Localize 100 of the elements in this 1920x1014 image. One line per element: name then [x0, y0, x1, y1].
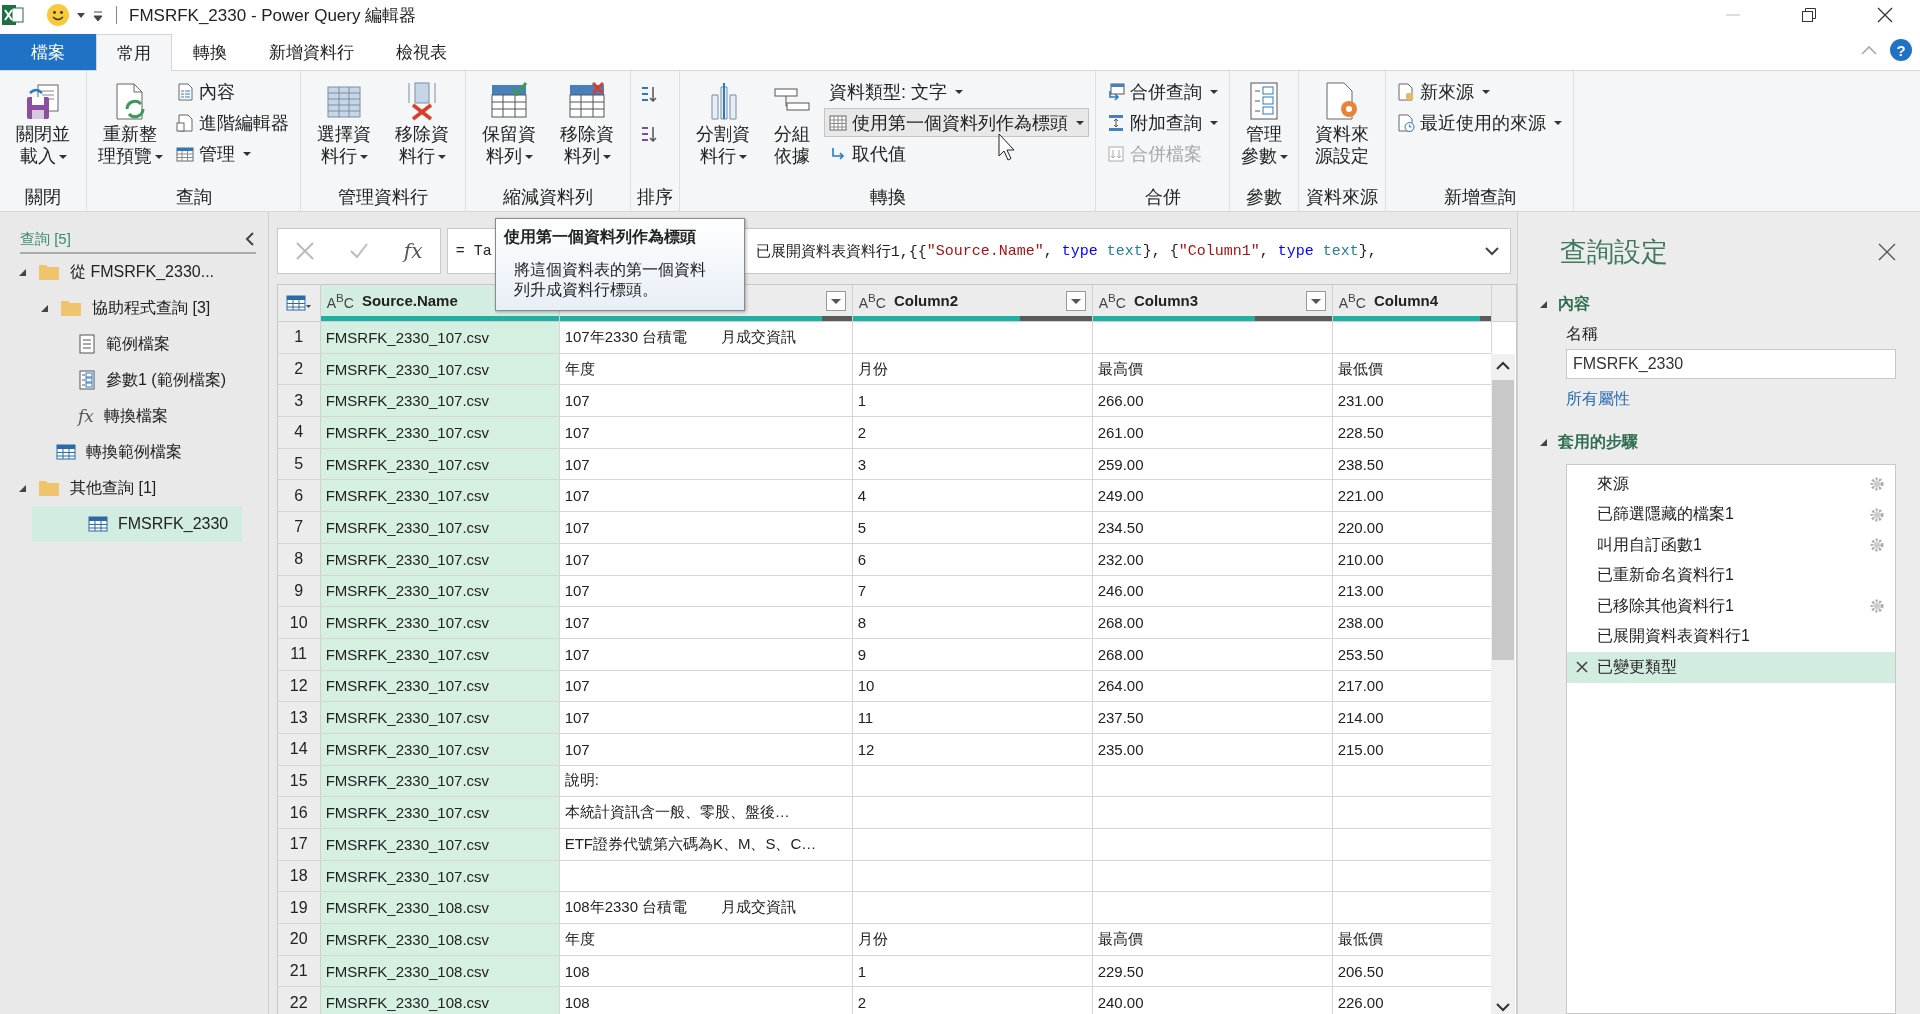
table-cell: 3 [852, 448, 1093, 480]
table-cell: 本統計資訊含一般、零股、盤後… [559, 797, 853, 828]
row-number: 7 [277, 512, 321, 543]
table-cell: 107 [559, 733, 853, 765]
row-number: 14 [277, 733, 321, 765]
table-cell: FMSRFK_2330_107.csv [320, 353, 560, 385]
table-cell: FMSRFK_2330_108.csv [320, 892, 560, 924]
table-cell: 235.00 [1092, 733, 1333, 765]
table-cell: FMSRFK_2330_108.csv [320, 987, 560, 1014]
table-cell: FMSRFK_2330_108.csv [320, 924, 560, 955]
table-cell: 107 [559, 480, 853, 512]
table-cell: 11 [852, 702, 1093, 733]
row-number: 22 [277, 987, 321, 1014]
table-cell: 268.00 [1092, 638, 1333, 670]
group-label: 查詢 [174, 186, 213, 209]
table-cell: FMSRFK_2330_108.csv [320, 955, 560, 987]
table-cell: 107 [559, 385, 853, 417]
table-cell: 9 [852, 638, 1093, 670]
table-cell: FMSRFK_2330_107.csv [320, 829, 560, 860]
table-cell: 107 [559, 448, 853, 480]
group-label: 參數 [1245, 186, 1283, 209]
group-label: 關閉 [24, 186, 62, 209]
table-cell: 最高價 [1092, 924, 1333, 955]
table-cell: FMSRFK_2330_107.csv [320, 860, 560, 892]
table-cell: FMSRFK_2330_107.csv [320, 543, 560, 575]
row-number: 5 [277, 448, 321, 480]
table-cell: 259.00 [1092, 448, 1333, 480]
table-cell: 268.00 [1092, 607, 1333, 638]
table-cell: 240.00 [1092, 987, 1333, 1014]
table-cell: 年度 [559, 924, 853, 955]
group-label: 資料來源 [1305, 186, 1379, 209]
table-cell: 261.00 [1092, 417, 1333, 448]
table-cell: FMSRFK_2330_107.csv [320, 702, 560, 733]
table-cell: 249.00 [1092, 480, 1333, 512]
row-number: 20 [277, 924, 321, 955]
group-label: 新增查詢 [1442, 186, 1517, 209]
row-number: 17 [277, 829, 321, 860]
table-cell: 108 [559, 987, 853, 1014]
table-cell: 107 [559, 512, 853, 543]
group-label: 轉換 [868, 186, 907, 209]
table-cell: 107 [559, 417, 853, 448]
row-number: 6 [277, 480, 321, 512]
table-cell: FMSRFK_2330_107.csv [320, 385, 560, 417]
table-cell: 237.50 [1092, 702, 1333, 733]
table-cell: 6 [852, 543, 1093, 575]
table-cell: 月份 [852, 353, 1093, 385]
table-cell: 107年2330 台積電 月成交資訊 [559, 322, 853, 353]
table-cell: 說明: [559, 765, 853, 797]
pane-title: 查詢設定 [1560, 236, 1668, 269]
row-number: 8 [277, 543, 321, 575]
group-label: 管理資料行 [337, 186, 429, 209]
table-cell: ETF證券代號第六碼為K、M、S、C… [559, 829, 853, 860]
table-cell: 10 [852, 670, 1093, 702]
section-title: 內容 [1558, 293, 1590, 314]
row-number: 16 [277, 797, 321, 828]
table-cell: FMSRFK_2330_107.csv [320, 322, 560, 353]
table-cell: FMSRFK_2330_107.csv [320, 765, 560, 797]
table-cell: 8 [852, 607, 1093, 638]
row-number: 13 [277, 702, 321, 733]
table-cell: 1 [852, 385, 1093, 417]
row-number: 18 [277, 860, 321, 892]
table-cell: 107 [559, 702, 853, 733]
table-cell: 229.50 [1092, 955, 1333, 987]
table-cell: 264.00 [1092, 670, 1333, 702]
table-cell: FMSRFK_2330_107.csv [320, 417, 560, 448]
table-cell: FMSRFK_2330_107.csv [320, 448, 560, 480]
table-cell: 107 [559, 607, 853, 638]
row-number: 9 [277, 575, 321, 607]
table-cell: FMSRFK_2330_107.csv [320, 733, 560, 765]
table-cell: 232.00 [1092, 543, 1333, 575]
table-cell: 107 [559, 575, 853, 607]
function-icon: fx [78, 406, 94, 426]
table-cell: 最高價 [1092, 353, 1333, 385]
table-cell: FMSRFK_2330_107.csv [320, 607, 560, 638]
table-cell: 7 [852, 575, 1093, 607]
table-cell: FMSRFK_2330_107.csv [320, 480, 560, 512]
table-cell: 107 [559, 670, 853, 702]
table-cell: FMSRFK_2330_107.csv [320, 670, 560, 702]
table-cell: 1 [852, 955, 1093, 987]
row-number: 3 [277, 385, 321, 417]
table-cell: 2 [852, 987, 1093, 1014]
row-number: 19 [277, 892, 321, 924]
table-cell: 12 [852, 733, 1093, 765]
table-cell: FMSRFK_2330_107.csv [320, 638, 560, 670]
table-cell: 266.00 [1092, 385, 1333, 417]
row-number: 21 [277, 955, 321, 987]
table-cell: 246.00 [1092, 575, 1333, 607]
table-cell: FMSRFK_2330_107.csv [320, 575, 560, 607]
name-label: 名稱 [1566, 324, 1599, 344]
group-label: 縮減資料列 [502, 186, 594, 209]
row-number: 11 [277, 638, 321, 670]
table-cell: 月份 [852, 924, 1093, 955]
row-number: 2 [277, 353, 321, 385]
row-number: 4 [277, 417, 321, 448]
section-title: 套用的步驟 [1558, 431, 1638, 452]
table-cell: 年度 [559, 353, 853, 385]
table-cell: 2 [852, 417, 1093, 448]
window-title: FMSRFK_2330 - Power Query 編輯器 [129, 4, 417, 27]
table-cell: 108 [559, 955, 853, 987]
table-cell: 5 [852, 512, 1093, 543]
